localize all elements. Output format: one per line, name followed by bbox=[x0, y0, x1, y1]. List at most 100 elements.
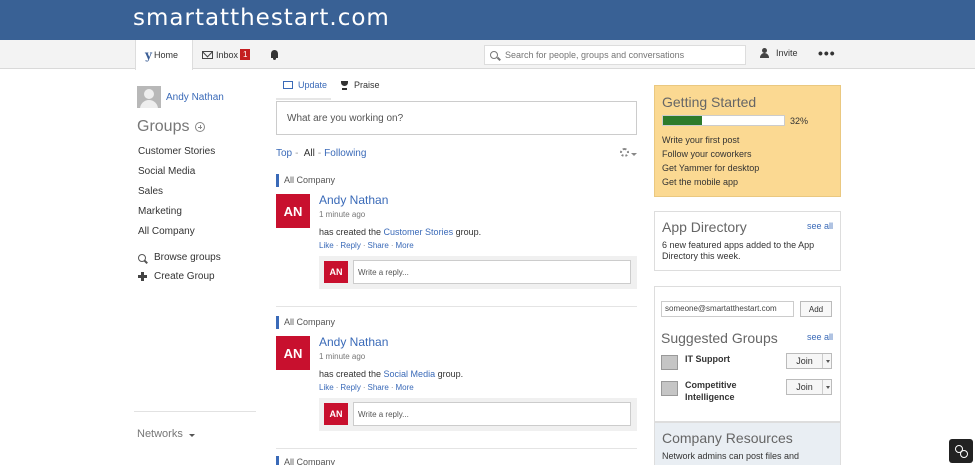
create-group-label: Create Group bbox=[154, 271, 215, 282]
nav-tab-inbox[interactable]: Inbox 1 bbox=[202, 40, 251, 69]
caret-down-icon bbox=[188, 433, 195, 437]
thread-body-suffix: group. bbox=[435, 369, 464, 379]
thread-timestamp[interactable]: 1 minute ago bbox=[319, 210, 365, 219]
progress-bar bbox=[662, 115, 785, 126]
nav-inbox-label: Inbox bbox=[216, 49, 239, 60]
company-resources-card: Company Resources Network admins can pos… bbox=[654, 422, 841, 465]
more-link[interactable]: More bbox=[396, 241, 414, 250]
caret-down-icon[interactable] bbox=[823, 380, 831, 394]
gs-item-follow-coworkers[interactable]: Follow your coworkers bbox=[662, 148, 833, 160]
progress-row: 32% bbox=[662, 115, 833, 127]
groups-heading: Groups bbox=[137, 118, 206, 136]
sidebar-group-customer-stories[interactable]: Customer Stories bbox=[138, 146, 215, 157]
caret-down-icon bbox=[631, 153, 637, 156]
user-avatar[interactable] bbox=[137, 86, 161, 108]
thread-body: has created the Social Media group. bbox=[319, 369, 463, 379]
thread-author[interactable]: Andy Nathan bbox=[319, 193, 388, 207]
browse-groups-link[interactable]: Browse groups bbox=[138, 252, 221, 263]
trophy-icon bbox=[340, 80, 349, 90]
reply-link[interactable]: Reply bbox=[340, 383, 360, 392]
action-separator: · bbox=[362, 383, 366, 392]
filter-all[interactable]: All bbox=[304, 148, 315, 159]
reply-input[interactable]: Write a reply... bbox=[353, 260, 631, 284]
like-link[interactable]: Like bbox=[319, 383, 334, 392]
filter-separator: - bbox=[317, 148, 322, 159]
like-link[interactable]: Like bbox=[319, 241, 334, 250]
search-input[interactable] bbox=[505, 50, 735, 60]
app-directory-see-all[interactable]: see all bbox=[807, 221, 833, 231]
groups-heading-label: Groups bbox=[137, 118, 190, 135]
post-composer[interactable]: What are you working on? bbox=[276, 101, 637, 135]
reply-link[interactable]: Reply bbox=[340, 241, 360, 250]
yammer-logo-icon: y bbox=[145, 48, 152, 62]
gs-item-desktop[interactable]: Get Yammer for desktop bbox=[662, 162, 833, 174]
share-link[interactable]: Share bbox=[367, 383, 388, 392]
getting-started-title: Getting Started bbox=[662, 94, 757, 110]
thread-body-suffix: group. bbox=[453, 227, 482, 237]
suggested-group-row: Competitive Intelligence Join bbox=[661, 379, 835, 403]
more-menu-button[interactable]: ••• bbox=[818, 45, 836, 61]
feed-divider bbox=[276, 448, 637, 449]
gs-item-mobile[interactable]: Get the mobile app bbox=[662, 176, 833, 188]
inbox-count-badge: 1 bbox=[240, 49, 251, 60]
networks-menu[interactable]: Networks bbox=[137, 428, 195, 440]
sidebar-group-all-company[interactable]: All Company bbox=[138, 226, 195, 237]
create-group-link[interactable]: Create Group bbox=[138, 271, 215, 282]
group-icon bbox=[661, 355, 678, 370]
network-title[interactable]: smartatthestart.com bbox=[133, 5, 390, 31]
reply-input[interactable]: Write a reply... bbox=[353, 402, 631, 426]
filter-top[interactable]: Top bbox=[276, 148, 292, 159]
suggested-group-row: IT Support Join bbox=[661, 353, 835, 375]
join-button[interactable]: Join bbox=[786, 353, 832, 369]
suggested-group-name[interactable]: Competitive Intelligence bbox=[685, 379, 760, 403]
tab-praise-label: Praise bbox=[354, 80, 380, 90]
link-icon[interactable] bbox=[949, 439, 973, 463]
author-avatar[interactable]: AN bbox=[276, 336, 310, 370]
reply-box: AN Write a reply... bbox=[319, 256, 637, 289]
tab-indicator bbox=[276, 98, 331, 100]
thread-timestamp[interactable]: 1 minute ago bbox=[319, 352, 365, 361]
thread-group-tag[interactable]: All Company bbox=[276, 174, 335, 187]
thread-author[interactable]: Andy Nathan bbox=[319, 335, 388, 349]
author-avatar[interactable]: AN bbox=[276, 194, 310, 228]
app-directory-card: App Directory see all 6 new featured app… bbox=[654, 211, 841, 271]
thread-group-link[interactable]: Social Media bbox=[384, 369, 436, 379]
suggested-groups-see-all[interactable]: see all bbox=[807, 332, 833, 342]
caret-down-icon[interactable] bbox=[823, 354, 831, 368]
gs-item-first-post[interactable]: Write your first post bbox=[662, 134, 833, 146]
suggested-group-name[interactable]: IT Support bbox=[685, 353, 760, 365]
sidebar-group-social-media[interactable]: Social Media bbox=[138, 166, 195, 177]
filter-following[interactable]: Following bbox=[324, 148, 366, 159]
add-group-icon[interactable] bbox=[195, 122, 206, 132]
share-link[interactable]: Share bbox=[367, 241, 388, 250]
tab-update[interactable]: Update bbox=[283, 80, 327, 90]
nav-notifications[interactable] bbox=[270, 40, 279, 69]
thread-body-prefix: has created the bbox=[319, 227, 384, 237]
action-separator: · bbox=[335, 241, 339, 250]
bell-icon bbox=[270, 49, 279, 60]
more-link[interactable]: More bbox=[396, 383, 414, 392]
suggested-groups-card: someone@smartatthestart.com Add Suggeste… bbox=[654, 286, 841, 422]
add-button[interactable]: Add bbox=[800, 301, 832, 317]
invite-email-field[interactable]: someone@smartatthestart.com bbox=[661, 301, 794, 317]
join-button[interactable]: Join bbox=[786, 379, 832, 395]
company-resources-description: Network admins can post files and bbox=[662, 451, 800, 461]
join-label: Join bbox=[787, 354, 823, 368]
sidebar-group-sales[interactable]: Sales bbox=[138, 186, 163, 197]
invite-button[interactable]: Invite bbox=[760, 48, 798, 58]
tab-praise[interactable]: Praise bbox=[340, 80, 380, 90]
company-resources-title: Company Resources bbox=[662, 430, 793, 446]
feed-filters: Top - All - Following bbox=[276, 148, 366, 159]
sidebar-group-marketing[interactable]: Marketing bbox=[138, 206, 182, 217]
envelope-icon bbox=[202, 50, 213, 59]
thread-group-tag[interactable]: All Company bbox=[276, 316, 335, 329]
nav-tab-home[interactable]: y Home bbox=[135, 40, 193, 70]
user-name-link[interactable]: Andy Nathan bbox=[166, 92, 224, 103]
reply-box: AN Write a reply... bbox=[319, 398, 637, 431]
search-bar[interactable] bbox=[484, 45, 746, 65]
getting-started-card: Getting Started 32% Write your first pos… bbox=[654, 85, 841, 197]
suggested-groups-title: Suggested Groups bbox=[661, 330, 778, 346]
thread-group-link[interactable]: Customer Stories bbox=[384, 227, 454, 237]
thread-group-tag[interactable]: All Company bbox=[276, 456, 335, 465]
gear-icon[interactable] bbox=[620, 148, 629, 157]
